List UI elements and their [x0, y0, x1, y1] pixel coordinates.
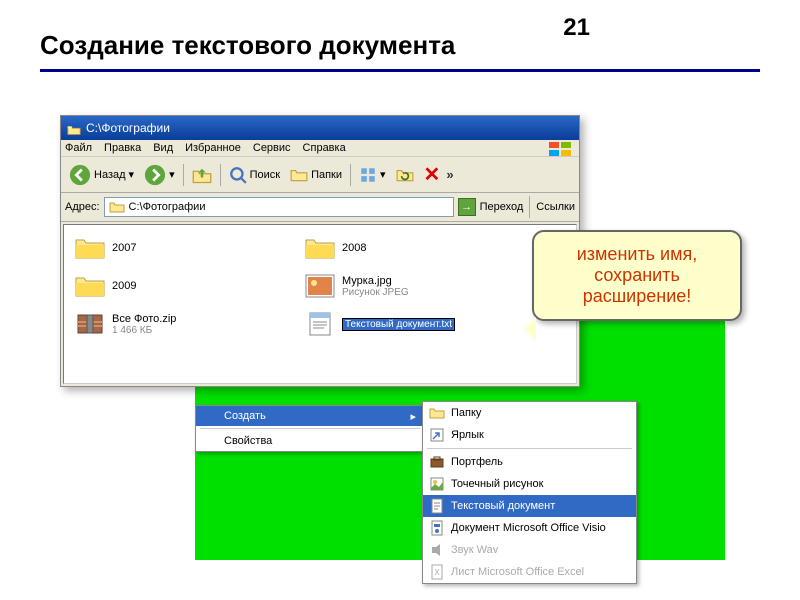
zip-icon — [74, 311, 106, 337]
briefcase-icon — [429, 454, 445, 470]
toolbar-overflow[interactable]: » — [446, 167, 453, 182]
menu-item-folder[interactable]: Папку — [423, 402, 636, 424]
sync-button[interactable] — [392, 164, 418, 186]
folder-icon — [429, 405, 445, 421]
go-button[interactable]: → — [458, 198, 476, 216]
folder-icon — [304, 235, 336, 261]
folder-item[interactable]: 2007 — [74, 235, 304, 261]
slide-title: Создание текстового документа — [40, 30, 760, 72]
menu-label: Свойства — [224, 435, 272, 447]
menu-label: Лист Microsoft Office Excel — [451, 566, 584, 578]
item-label: 2008 — [342, 242, 366, 254]
toolbar-divider — [350, 164, 351, 186]
folder-icon — [74, 235, 106, 261]
explorer-window: C:\Фотографии Файл Правка Вид Избранное … — [60, 115, 580, 387]
views-button[interactable]: ▾ — [355, 164, 390, 186]
address-bar: Адрес: C:\Фотографии → Переход Ссылки — [61, 193, 579, 222]
item-label: 2007 — [112, 242, 136, 254]
callout-line: сохранить — [544, 265, 730, 286]
folder-open-icon — [67, 121, 81, 135]
bitmap-icon — [429, 476, 445, 492]
windows-flag-icon — [547, 140, 575, 158]
delete-button[interactable]: ✕ — [420, 160, 445, 189]
back-label: Назад — [94, 169, 126, 181]
navigation-toolbar: Назад ▾ ▾ Поиск Папки ▾ ✕ » — [61, 157, 579, 193]
menu-item-properties[interactable]: Свойства — [196, 431, 424, 451]
callout-line: расширение! — [544, 286, 730, 307]
address-path: C:\Фотографии — [129, 201, 206, 213]
context-menu-primary: Создать ▸ Свойства — [195, 405, 425, 452]
folder-item[interactable]: 2008 — [304, 235, 534, 261]
folders-button[interactable]: Папки — [286, 164, 346, 186]
menu-item-create[interactable]: Создать ▸ — [196, 406, 424, 426]
menu-item-briefcase[interactable]: Портфель — [423, 451, 636, 473]
address-input[interactable]: C:\Фотографии — [104, 197, 454, 217]
menu-file[interactable]: Файл — [65, 142, 92, 154]
item-sublabel: Рисунок JPEG — [342, 287, 409, 298]
menu-label: Документ Microsoft Office Visio — [451, 522, 606, 534]
chevron-down-icon: ▾ — [380, 168, 386, 181]
callout-line: изменить имя, — [544, 244, 730, 265]
item-label: Все Фото.zip — [112, 313, 176, 325]
visio-icon — [429, 520, 445, 536]
callout-hint: изменить имя, сохранить расширение! — [532, 230, 742, 321]
svg-text:X: X — [434, 568, 440, 577]
menu-item-wav[interactable]: Звук Wav — [423, 539, 636, 561]
menu-item-visio[interactable]: Документ Microsoft Office Visio — [423, 517, 636, 539]
menu-item-shortcut[interactable]: Ярлык — [423, 424, 636, 446]
menu-tools[interactable]: Сервис — [253, 142, 291, 154]
menu-label: Ярлык — [451, 429, 484, 441]
menu-label: Текстовый документ — [451, 500, 555, 512]
image-item[interactable]: Мурка.jpgРисунок JPEG — [304, 273, 534, 299]
menu-label: Папку — [451, 407, 481, 419]
folder-icon — [109, 199, 125, 215]
up-button[interactable] — [188, 163, 216, 187]
folder-item[interactable]: 2009 — [74, 273, 304, 299]
forward-button[interactable]: ▾ — [140, 162, 179, 188]
new-text-item[interactable]: Текстовый документ.txt — [304, 311, 534, 337]
menu-item-bitmap[interactable]: Точечный рисунок — [423, 473, 636, 495]
window-title: C:\Фотографии — [86, 116, 170, 140]
folder-icon — [74, 273, 106, 299]
chevron-down-icon: ▾ — [169, 168, 175, 181]
menu-help[interactable]: Справка — [303, 142, 346, 154]
file-list-pane[interactable]: 2007 2008 2009 Мурка.jpgРисунок JPEG Все… — [63, 224, 577, 384]
menu-edit[interactable]: Правка — [104, 142, 141, 154]
menu-label: Портфель — [451, 456, 503, 468]
item-label: 2009 — [112, 280, 136, 292]
back-button[interactable]: Назад ▾ — [65, 162, 138, 188]
toolbar-divider — [220, 164, 221, 186]
chevron-down-icon: ▾ — [129, 168, 135, 181]
submenu-arrow-icon: ▸ — [410, 410, 416, 423]
image-icon — [304, 273, 336, 299]
menu-label: Звук Wav — [451, 544, 498, 556]
menubar: Файл Правка Вид Избранное Сервис Справка — [61, 140, 579, 157]
go-label: Переход — [480, 201, 524, 213]
window-titlebar[interactable]: C:\Фотографии — [61, 116, 579, 140]
shortcut-icon — [429, 427, 445, 443]
wav-icon — [429, 542, 445, 558]
context-menu-new: Папку Ярлык Портфель Точечный рисунок Те… — [422, 401, 637, 584]
menu-view[interactable]: Вид — [153, 142, 173, 154]
excel-icon: X — [429, 564, 445, 580]
toolbar-divider — [529, 196, 530, 218]
text-icon — [429, 498, 445, 514]
text-file-icon — [304, 311, 336, 337]
folders-label: Папки — [311, 169, 342, 181]
editing-filename[interactable]: Текстовый документ.txt — [342, 318, 455, 331]
item-label: Мурка.jpg — [342, 275, 409, 287]
zip-item[interactable]: Все Фото.zip1 466 КБ — [74, 311, 304, 337]
menu-favorites[interactable]: Избранное — [185, 142, 241, 154]
menu-label: Создать — [224, 410, 266, 422]
menu-label: Точечный рисунок — [451, 478, 543, 490]
page-number: 21 — [563, 14, 590, 42]
menu-item-text-document[interactable]: Текстовый документ — [423, 495, 636, 517]
address-label: Адрес: — [65, 201, 100, 213]
item-sublabel: 1 466 КБ — [112, 325, 176, 336]
search-button[interactable]: Поиск — [225, 164, 284, 186]
menu-item-excel[interactable]: X Лист Microsoft Office Excel — [423, 561, 636, 583]
toolbar-divider — [183, 164, 184, 186]
links-label[interactable]: Ссылки — [536, 201, 575, 213]
search-label: Поиск — [250, 169, 280, 181]
